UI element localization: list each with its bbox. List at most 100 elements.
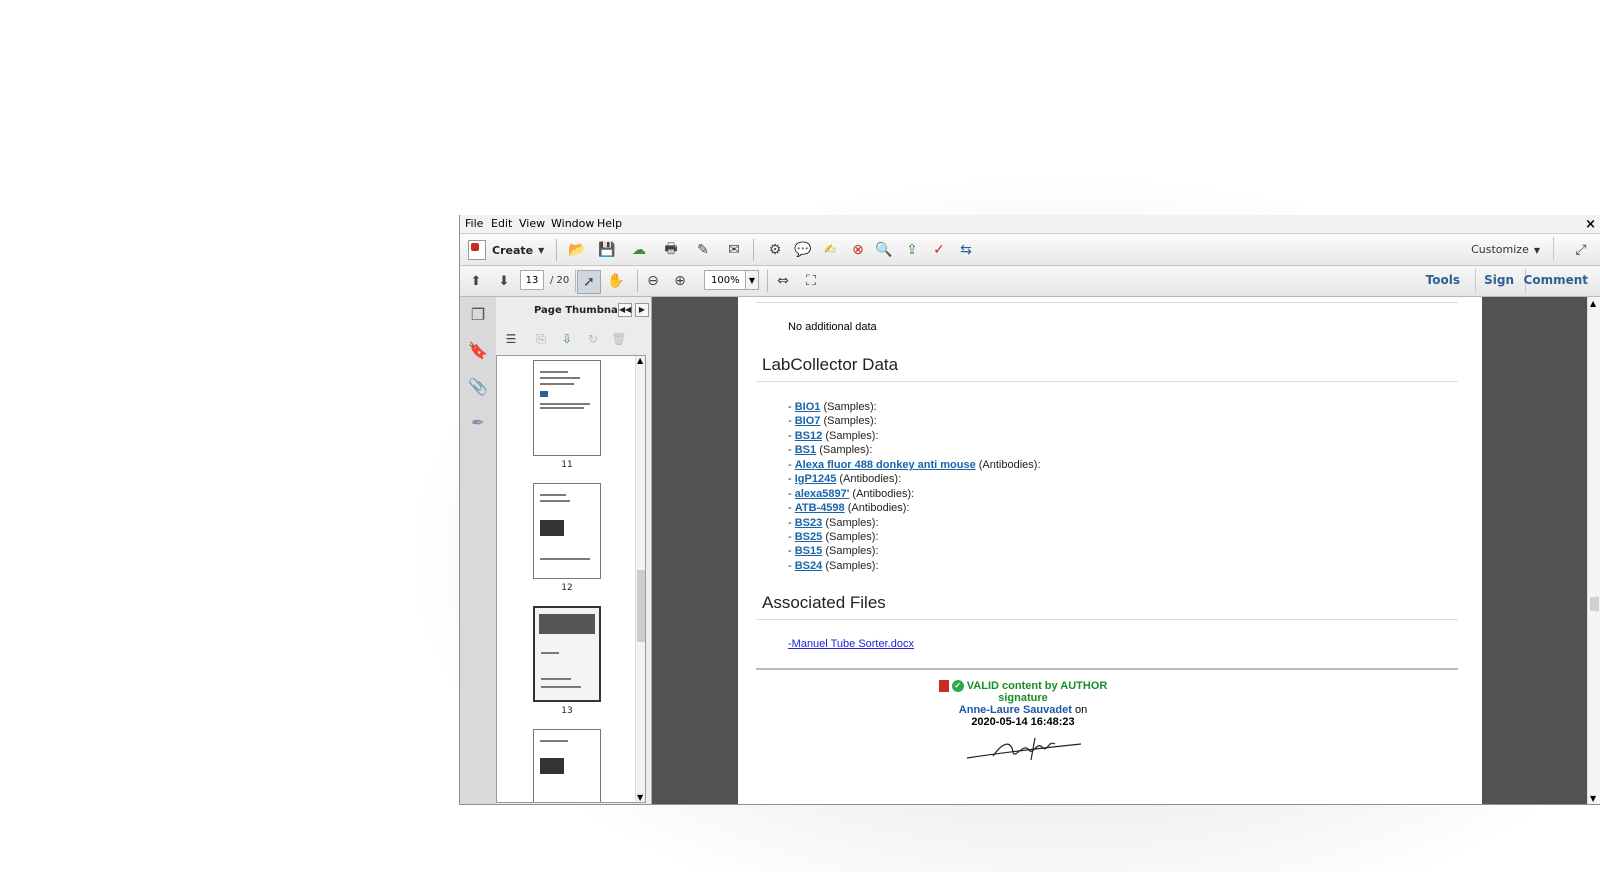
thumbnail-list: 11 12 13 ▲ ▼ [496, 355, 646, 803]
item-link[interactable]: Alexa fluor 488 donkey anti mouse [795, 459, 976, 471]
sign-doc-icon[interactable]: ✓ [928, 239, 950, 261]
item-link[interactable]: BS12 [795, 430, 823, 442]
zoom-out-icon[interactable]: ⊖ [642, 270, 664, 292]
no-additional-data: No additional data [788, 321, 877, 333]
upload-cloud-icon[interactable]: ☁ [628, 239, 650, 261]
scroll-up-icon[interactable]: ▲ [637, 356, 643, 365]
author-name: Anne-Laure Sauvadet [958, 704, 1072, 717]
menu-file[interactable]: File [465, 217, 483, 230]
delete-page-icon[interactable]: 🗑 [608, 328, 630, 350]
zoom-in-icon[interactable]: ⊕ [669, 270, 691, 292]
attachment-icon[interactable]: 📎 [468, 377, 488, 397]
menu-view[interactable]: View [519, 217, 545, 230]
thumbnail-scrollbar[interactable]: ▲ ▼ [635, 356, 645, 802]
document-scrollbar[interactable]: ▲ ▼ [1587, 297, 1600, 804]
insert-page-icon[interactable]: ⎘ [530, 328, 552, 350]
edit-icon[interactable]: ✎ [692, 239, 714, 261]
save-icon[interactable]: 💾 [596, 239, 618, 261]
valid-content-text: VALID content by AUTHOR [966, 680, 1108, 692]
create-pdf-icon [468, 240, 486, 260]
menu-window[interactable]: Window [551, 217, 594, 230]
toolbar-divider [767, 270, 768, 292]
item-link[interactable]: BS24 [795, 560, 823, 572]
thumbnail-page-13-selected[interactable] [533, 606, 601, 702]
rotate-page-icon[interactable]: ↻ [582, 328, 604, 350]
export-icon[interactable]: ⇪ [901, 239, 923, 261]
close-icon[interactable]: × [1585, 217, 1596, 232]
expand-icon[interactable]: ⤢ [1570, 239, 1592, 261]
associated-files-heading: Associated Files [762, 593, 886, 612]
list-item: - BS1 (Samples): [788, 444, 873, 456]
tools-button[interactable]: Tools [1426, 273, 1460, 287]
toolbar-divider [556, 239, 557, 261]
previous-page-icon[interactable]: ⬆ [465, 270, 487, 292]
thumbnail-page-14[interactable] [533, 729, 601, 802]
item-link[interactable]: ATB-4598 [795, 502, 845, 514]
thumbnail-page-12[interactable] [533, 483, 601, 579]
list-item: - BIO1 (Samples): [788, 401, 877, 413]
comment-bubble-icon[interactable]: 💬 [792, 239, 814, 261]
menu-edit[interactable]: Edit [491, 217, 512, 230]
page-thumbnails-icon[interactable]: ❐ [468, 305, 488, 325]
item-link[interactable]: BIO1 [795, 401, 821, 413]
sign-button[interactable]: Sign [1484, 273, 1514, 287]
pdf-reader-window: File Edit View Window Help × Create ▼ 📂 … [459, 215, 1600, 805]
list-item: - BS23 (Samples): [788, 517, 879, 529]
fit-width-icon[interactable]: ⇔ [772, 270, 794, 292]
extract-page-icon[interactable]: ⇩ [556, 328, 578, 350]
thumbnail-options-icon[interactable]: ☰ [500, 328, 522, 350]
hand-tool-icon[interactable]: ✋ [605, 270, 627, 292]
thumbnails-panel: Page Thumbnails ◀◀ ▶ ☰ ⎘ ⇩ ↻ 🗑 11 12 13 … [496, 297, 652, 804]
list-item: - BS12 (Samples): [788, 430, 879, 442]
customize-button[interactable]: Customize ▼ [1471, 243, 1540, 256]
item-link[interactable]: BS23 [795, 517, 823, 529]
item-link[interactable]: BS1 [795, 444, 816, 456]
toolbar-divider [575, 270, 576, 292]
comment-button[interactable]: Comment [1524, 273, 1588, 287]
scroll-up-icon[interactable]: ▲ [1590, 299, 1596, 308]
list-item: - ATB-4598 (Antibodies): [788, 502, 910, 514]
gear-icon[interactable]: ⚙ [764, 239, 786, 261]
menu-bar: File Edit View Window Help × [460, 215, 1600, 233]
item-link[interactable]: BS15 [795, 545, 823, 557]
share-icon[interactable]: ⇆ [955, 239, 977, 261]
create-button[interactable]: Create ▼ [468, 239, 544, 261]
scrollbar-thumb[interactable] [637, 570, 645, 642]
page-total: / 20 [550, 275, 570, 286]
signature-date: 2020-05-14 16:48:23 [971, 716, 1075, 729]
open-folder-icon[interactable]: 📂 [566, 239, 588, 261]
menu-help[interactable]: Help [597, 217, 622, 230]
search-doc-icon[interactable]: 🔍 [873, 239, 895, 261]
delete-pdf-icon[interactable]: ⊗ [847, 239, 869, 261]
zoom-dropdown-icon[interactable]: ▼ [745, 270, 759, 290]
navigation-pane: ❐ 🔖 📎 ✒ [460, 297, 497, 804]
signature-label: signature [998, 692, 1048, 705]
scrollbar-thumb[interactable] [1590, 597, 1599, 611]
scroll-down-icon[interactable]: ▼ [637, 793, 643, 802]
toolbar-divider [1475, 269, 1476, 293]
highlight-icon[interactable]: ✍ [819, 239, 841, 261]
bookmark-icon[interactable]: 🔖 [468, 341, 488, 361]
item-link[interactable]: IgP1245 [795, 473, 837, 485]
toolbar-divider [753, 239, 754, 261]
thumbnails-title: Page Thumbnails [534, 305, 631, 316]
page-number-input[interactable]: 13 [520, 270, 544, 290]
fit-page-icon[interactable]: ⛶ [800, 270, 822, 292]
labcollector-heading: LabCollector Data [762, 355, 899, 374]
thumbnail-label: 13 [561, 706, 573, 716]
panel-options-icon[interactable]: ▶ [635, 303, 649, 317]
next-page-icon[interactable]: ⬇ [493, 270, 515, 292]
print-icon[interactable]: 🖶 [660, 239, 682, 261]
item-link[interactable]: BS25 [795, 531, 823, 543]
item-link[interactable]: BIO7 [795, 415, 821, 427]
item-link[interactable]: alexa5897' [795, 488, 850, 500]
thumbnail-page-11[interactable] [533, 360, 601, 456]
select-cursor-icon[interactable]: ➚ [577, 270, 601, 294]
file-link[interactable]: -Manuel Tube Sorter.docx [788, 638, 914, 650]
toolbar-divider [1553, 237, 1554, 261]
collapse-panel-icon[interactable]: ◀◀ [618, 303, 632, 317]
list-item: - Alexa fluor 488 donkey anti mouse (Ant… [788, 459, 1041, 471]
scroll-down-icon[interactable]: ▼ [1590, 794, 1596, 803]
email-icon[interactable]: ✉ [723, 239, 745, 261]
signature-pen-icon[interactable]: ✒ [468, 413, 488, 433]
